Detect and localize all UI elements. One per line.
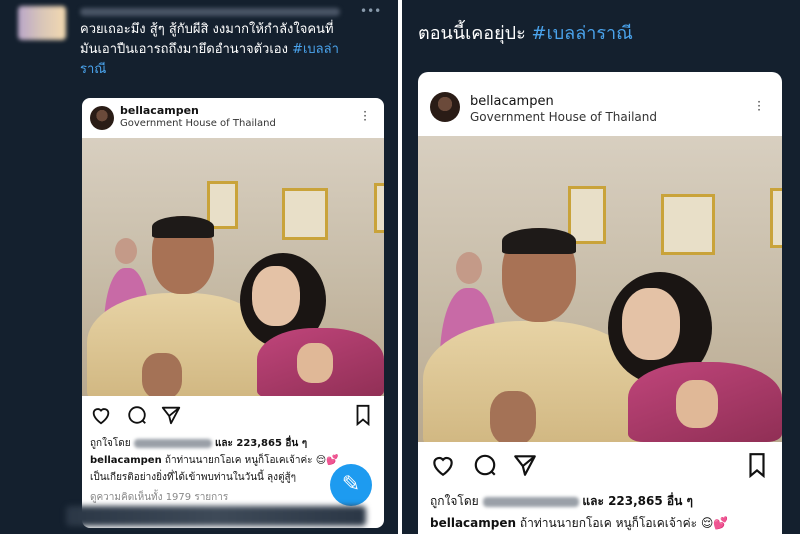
left-screenshot-panel: ••• ควยเถอะมึง สู้ๆ สู้กับผีสิ งงมากให้ก… [0,0,398,534]
post-photo [418,136,782,442]
wall-portrait [568,186,606,244]
man-hair [502,228,576,254]
avatar[interactable] [90,106,114,130]
man-hand [142,353,182,396]
wall-portrait [374,183,384,233]
wall-portrait [661,194,715,255]
background-person-head [115,238,137,264]
blurred-liker-name [133,438,212,448]
post-photo [82,138,384,396]
woman-face [252,266,300,326]
bookmark-icon[interactable] [746,452,768,482]
heart-icon[interactable] [90,404,112,430]
more-icon[interactable]: · · · [756,96,762,116]
wall-portrait [770,188,782,248]
post-caption: bellacampen ถ้าท่านนายกโอเค หนูก็โอเคเจ้… [90,455,339,466]
hashtag-link[interactable]: #เบลล่าราณี [532,23,633,44]
post-actions [82,398,384,434]
man-hair [152,216,214,238]
post-actions [418,448,782,482]
post-header: bellacampen Government House of Thailand… [82,98,384,136]
hashtag-link-cont[interactable]: ราณี [80,60,390,80]
comment-icon[interactable] [126,404,148,430]
emoji: 😌💕 [700,516,729,530]
tweet-line-1: ควยเถอะมึง สู้ๆ สู้กับผีสิ งงมากให้กำลัง… [80,22,334,37]
post-caption: bellacampen ถ้าท่านนายกโอเค หนูก็โอเคเจ้… [430,516,729,530]
blurred-liker-name [482,496,579,507]
background-person-head [456,252,482,284]
right-screenshot-panel: ตอนนี้เคอยุ่ปะ #เบลล่าราณี bellacampen G… [402,0,800,534]
likes-summary[interactable]: ถูกใจโดย และ 223,865 อื่น ๆ [90,436,307,451]
post-location[interactable]: Government House of Thailand [120,118,276,129]
comment-icon[interactable] [472,452,498,482]
tweet-text: ควยเถอะมึง สู้ๆ สู้กับผีสิ งงมากให้กำลัง… [80,20,390,80]
blurred-tab-bar [66,506,366,526]
send-icon[interactable] [512,452,538,482]
post-username[interactable]: bellacampen [470,94,554,109]
more-icon[interactable]: · · · [362,106,368,126]
send-icon[interactable] [160,404,182,430]
woman-hand [297,343,333,383]
emoji: 😌💕 [315,455,339,466]
post-location[interactable]: Government House of Thailand [470,110,657,124]
wall-portrait [282,188,328,240]
more-icon[interactable]: ••• [360,4,381,18]
tweet-text: ตอนนี้เคอยุ่ปะ #เบลล่าราณี [418,23,633,44]
blurred-avatar [18,6,66,40]
view-comments-link[interactable]: ดูความคิดเห็นทั้ง 1979 รายการ [90,490,228,505]
likes-summary[interactable]: ถูกใจโดย และ 223,865 อื่น ๆ [430,492,693,511]
post-caption-line-2: เป็นเกียรติอย่างยิ่งที่ได้เข้าพบท่านในวั… [90,472,297,483]
blurred-username [80,8,340,16]
bookmark-icon[interactable] [354,404,372,430]
instagram-post-card[interactable]: bellacampen Government House of Thailand… [82,98,384,528]
heart-icon[interactable] [430,452,456,482]
woman-face [622,288,680,360]
hashtag-link[interactable]: #เบลล่า [292,42,339,57]
avatar[interactable] [430,92,460,122]
post-header: bellacampen Government House of Thailand… [418,72,782,132]
instagram-post-card[interactable]: bellacampen Government House of Thailand… [418,72,782,534]
man-hand [490,391,536,442]
woman-hand [676,380,718,428]
post-username[interactable]: bellacampen [120,104,199,117]
tweet-line-2: มันเอาปืนเอารถถึงมายึดอำนาจตัวเอง #เบลล่… [80,42,339,57]
compose-tweet-icon[interactable]: ✎ [330,464,372,506]
